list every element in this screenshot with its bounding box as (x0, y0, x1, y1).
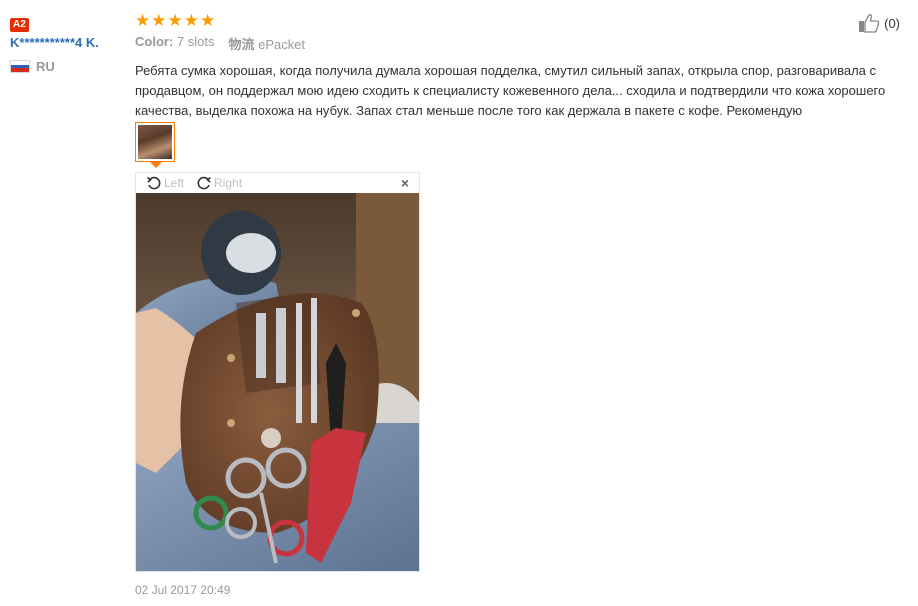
thumbs-up-icon (859, 14, 880, 33)
reviewer-info: A2 K***********4 K. RU (10, 14, 125, 74)
color-label: Color: (135, 34, 174, 49)
review-photo-thumbnail[interactable] (135, 122, 175, 162)
thumbnail-image (138, 125, 172, 159)
review-date: 02 Jul 2017 20:49 (135, 583, 231, 597)
review-photo (136, 193, 419, 571)
rotate-right-label: Right (214, 176, 243, 190)
reviewer-name[interactable]: K***********4 K. (10, 34, 120, 51)
star-icon: ★ (151, 10, 167, 30)
shipping-label: 物流 (228, 37, 255, 52)
review-meta: Color: 7 slots 物流 ePacket (135, 34, 905, 53)
color-value: 7 slots (176, 34, 215, 49)
star-icon: ★ (135, 10, 151, 30)
star-icon: ★ (167, 10, 183, 30)
helpful-button[interactable]: (0) (858, 13, 900, 33)
review-main: ★ ★ ★ ★ ★ Color: 7 slots 物流 ePacket Ребята с… (135, 11, 905, 597)
thumbnail-pointer (150, 162, 162, 168)
reviewer-country: RU (10, 59, 125, 74)
star-rating: ★ ★ ★ ★ ★ (135, 11, 905, 29)
photo-viewer: Left Right × (135, 172, 420, 572)
star-icon: ★ (200, 10, 216, 30)
rotate-left-icon (147, 176, 161, 190)
rotate-right-icon (197, 176, 211, 190)
review-text: Ребята сумка хорошая, когда получила дум… (135, 63, 886, 118)
russia-flag-icon (10, 60, 30, 73)
star-icon: ★ (183, 10, 199, 30)
buyer-level-badge: A2 (10, 18, 29, 32)
rotate-right-button[interactable]: Right (196, 175, 242, 191)
viewer-toolbar: Left Right × (136, 173, 419, 193)
rotate-left-button[interactable]: Left (146, 175, 184, 191)
shipping-value: ePacket (258, 37, 306, 52)
close-viewer-button[interactable]: × (401, 175, 409, 191)
country-code: RU (36, 59, 55, 74)
rotate-left-label: Left (164, 176, 185, 190)
helpful-count: (0) (884, 15, 900, 31)
